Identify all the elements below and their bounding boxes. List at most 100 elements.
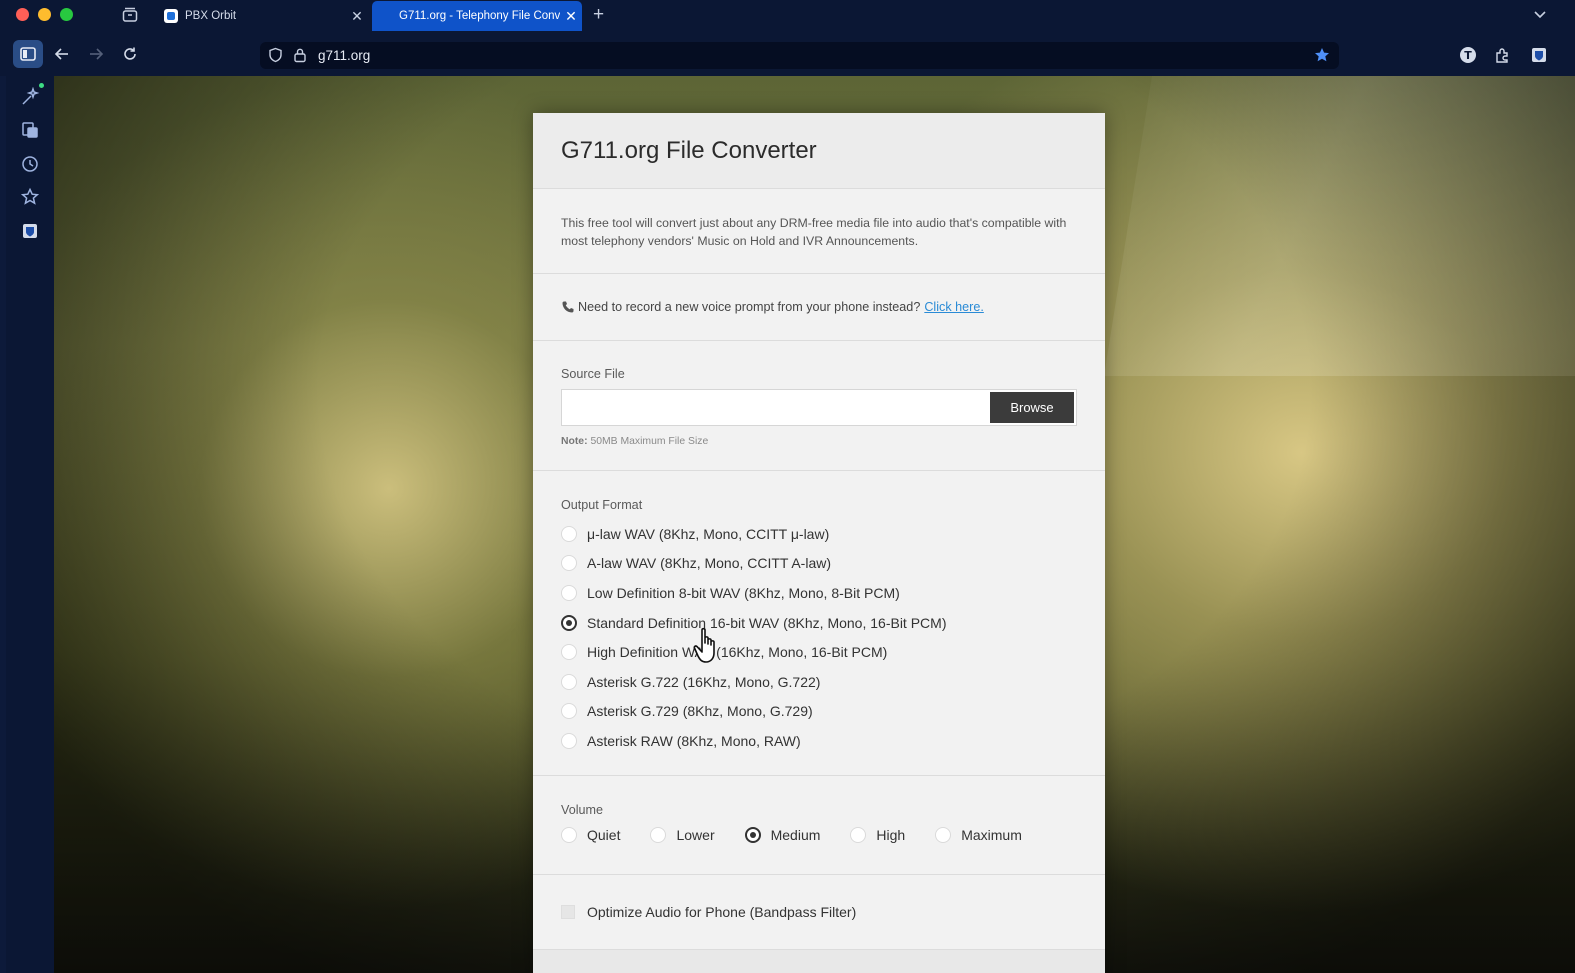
close-window-button[interactable]: [16, 8, 29, 21]
extensions-puzzle-icon[interactable]: [1494, 46, 1512, 64]
volume-option-label: Lower: [676, 827, 715, 843]
url-text[interactable]: g711.org: [318, 48, 370, 63]
reload-icon[interactable]: [118, 42, 142, 66]
radio-button[interactable]: [561, 644, 577, 661]
volume-option-label: High: [876, 827, 906, 843]
format-option-label: Asterisk G.722 (16Khz, Mono, G.722): [587, 673, 821, 690]
close-tab-icon[interactable]: ✕: [560, 8, 582, 25]
chevron-down-icon[interactable]: [1531, 5, 1549, 23]
format-option-label: Asterisk RAW (8Khz, Mono, RAW): [587, 732, 801, 749]
shield-icon[interactable]: [268, 47, 283, 68]
record-click-here-link[interactable]: Click here.: [924, 300, 984, 314]
svg-text:T: T: [1464, 49, 1472, 62]
hand-cursor-icon: [693, 626, 723, 666]
bookmarks-star-icon[interactable]: [20, 187, 40, 207]
volume-section: Volume Quiet Lower Medium High Maximum: [533, 776, 1105, 875]
address-bar[interactable]: g711.org: [260, 42, 1339, 69]
radio-button[interactable]: [561, 732, 577, 749]
tab-overview-icon[interactable]: [121, 6, 139, 24]
back-arrow-icon[interactable]: [50, 42, 74, 66]
forward-arrow-icon[interactable]: [84, 42, 108, 66]
format-option-ulaw[interactable]: μ-law WAV (8Khz, Mono, CCITT μ-law): [561, 519, 1077, 549]
intro-text: This free tool will convert just about a…: [561, 216, 1067, 248]
tab-g711[interactable]: G711.org - Telephony File Converter ✕: [372, 1, 582, 31]
radio-button[interactable]: [561, 827, 577, 843]
output-format-options: μ-law WAV (8Khz, Mono, CCITT μ-law) A-la…: [561, 519, 1077, 756]
phone-icon: [561, 300, 575, 314]
volume-option-maximum[interactable]: Maximum: [935, 827, 1022, 843]
navigation-bar: g711.org T: [0, 32, 1575, 76]
format-option-low-def[interactable]: Low Definition 8-bit WAV (8Khz, Mono, 8-…: [561, 578, 1077, 608]
close-tab-icon[interactable]: ✕: [346, 8, 368, 25]
tab-title: PBX Orbit: [185, 10, 237, 22]
volume-option-high[interactable]: High: [850, 827, 905, 843]
source-file-label: Source File: [561, 367, 625, 381]
intro-section: This free tool will convert just about a…: [533, 189, 1105, 274]
card-footer: [533, 950, 1105, 973]
tab-bar: PBX Orbit ✕ G711.org - Telephony File Co…: [0, 0, 1575, 32]
page-title: G711.org File Converter: [561, 136, 817, 164]
vertical-sidebar: [0, 76, 54, 973]
format-option-label: High Definition WAV (16Khz, Mono, 16-Bit…: [587, 644, 888, 661]
format-option-label: Asterisk G.729 (8Khz, Mono, G.729): [587, 703, 813, 720]
radio-button[interactable]: [650, 827, 667, 843]
lock-icon[interactable]: [293, 47, 307, 68]
volume-option-quiet[interactable]: Quiet: [561, 827, 620, 843]
reader-sidebar-icon[interactable]: [20, 120, 40, 140]
radio-button[interactable]: [561, 673, 577, 690]
note-text: 50MB Maximum File Size: [590, 436, 709, 447]
volume-label: Volume: [561, 803, 604, 817]
format-option-label: Standard Definition 16-bit WAV (8Khz, Mo…: [587, 614, 947, 631]
sidebar-toggle-icon[interactable]: [13, 40, 43, 68]
radio-button[interactable]: [561, 525, 577, 542]
source-file-input[interactable]: Browse: [561, 389, 1077, 426]
format-option-label: A-law WAV (8Khz, Mono, CCITT A-law): [587, 555, 832, 572]
note-label: Note:: [561, 436, 588, 447]
radio-button[interactable]: [561, 584, 577, 601]
radio-button-selected[interactable]: [744, 827, 761, 843]
optimize-checkbox[interactable]: [561, 905, 575, 919]
pbx-orbit-favicon-icon: [164, 9, 178, 23]
format-option-label: μ-law WAV (8Khz, Mono, CCITT μ-law): [587, 525, 830, 542]
format-option-g729[interactable]: Asterisk G.729 (8Khz, Mono, G.729): [561, 697, 1077, 727]
title-section: G711.org File Converter: [533, 113, 1105, 189]
radio-button[interactable]: [850, 827, 867, 843]
history-clock-icon[interactable]: [20, 154, 40, 174]
bitwarden-extension-icon[interactable]: [1530, 46, 1548, 64]
volume-option-label: Medium: [770, 827, 821, 843]
format-option-standard-def[interactable]: Standard Definition 16-bit WAV (8Khz, Mo…: [561, 608, 1077, 638]
volume-option-lower[interactable]: Lower: [650, 827, 715, 843]
tab-title: G711.org - Telephony File Converter: [399, 10, 560, 22]
format-option-g722[interactable]: Asterisk G.722 (16Khz, Mono, G.722): [561, 667, 1077, 697]
volume-option-label: Maximum: [961, 827, 1022, 843]
web-content: G711.org File Converter This free tool w…: [54, 76, 1575, 973]
format-option-alaw[interactable]: A-law WAV (8Khz, Mono, CCITT A-law): [561, 549, 1077, 579]
optimize-label: Optimize Audio for Phone (Bandpass Filte…: [587, 904, 857, 920]
record-prompt-text: Need to record a new voice prompt from y…: [578, 300, 921, 314]
radio-button[interactable]: [935, 827, 952, 843]
radio-button[interactable]: [561, 555, 577, 572]
account-icon[interactable]: T: [1459, 46, 1477, 64]
browse-button[interactable]: Browse: [990, 392, 1074, 423]
tab-pbx-orbit[interactable]: PBX Orbit ✕: [154, 1, 368, 31]
minimize-window-button[interactable]: [38, 8, 51, 21]
notification-dot: [39, 83, 44, 88]
converter-card: G711.org File Converter This free tool w…: [533, 113, 1105, 973]
password-manager-icon[interactable]: [20, 221, 40, 241]
format-option-label: Low Definition 8-bit WAV (8Khz, Mono, 8-…: [587, 584, 900, 601]
new-tab-icon[interactable]: +: [593, 4, 604, 26]
volume-option-medium[interactable]: Medium: [744, 827, 821, 843]
format-option-raw[interactable]: Asterisk RAW (8Khz, Mono, RAW): [561, 726, 1077, 756]
maximize-window-button[interactable]: [60, 8, 73, 21]
bookmark-star-icon[interactable]: [1314, 47, 1330, 68]
radio-button-selected[interactable]: [561, 614, 577, 631]
record-prompt-section: Need to record a new voice prompt from y…: [533, 274, 1105, 341]
output-format-label: Output Format: [561, 498, 643, 512]
ai-sparkle-icon[interactable]: [20, 86, 40, 107]
radio-button[interactable]: [561, 703, 577, 720]
file-size-note: Note: 50MB Maximum File Size: [561, 436, 1077, 447]
optimize-section[interactable]: Optimize Audio for Phone (Bandpass Filte…: [533, 875, 1105, 950]
source-file-section: Source File Browse Note: 50MB Maximum Fi…: [533, 341, 1105, 471]
format-option-high-def[interactable]: High Definition WAV (16Khz, Mono, 16-Bit…: [561, 637, 1077, 667]
volume-option-label: Quiet: [587, 827, 621, 843]
